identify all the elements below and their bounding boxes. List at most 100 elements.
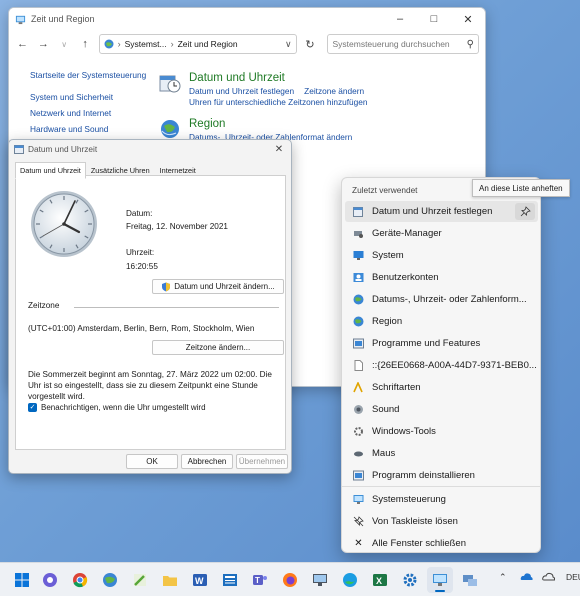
- jumplist-item-clsid[interactable]: ::{26EE0668-A00A-44D7-9371-BEB0...: [345, 355, 538, 376]
- pin-icon[interactable]: [515, 203, 535, 220]
- language-indicator[interactable]: DEU: [566, 572, 580, 582]
- checkbox-checked-icon[interactable]: ✓: [28, 403, 37, 412]
- dialog-close-button[interactable]: ✕: [267, 144, 291, 155]
- jumplist-item-programs[interactable]: Programme und Features: [345, 333, 538, 354]
- jumplist-item-label: Programme und Features: [372, 338, 481, 349]
- taskbar-app-chat[interactable]: [40, 570, 60, 590]
- taskbar-app-news[interactable]: [220, 570, 240, 590]
- close-button[interactable]: ✕: [451, 8, 485, 30]
- link-add-clocks[interactable]: Uhren für unterschiedliche Zeitzonen hin…: [189, 97, 368, 107]
- taskbar-app-teams[interactable]: T: [250, 570, 270, 590]
- jumplist-item-label: Datums-, Uhrzeit- oder Zahlenform...: [372, 294, 527, 305]
- taskbar-app-excel[interactable]: X: [370, 570, 390, 590]
- taskbar-app-edge[interactable]: [340, 570, 360, 590]
- link-set-datetime[interactable]: Datum und Uhrzeit festlegen: [189, 86, 294, 96]
- nav-home-link[interactable]: Startseite der Systemsteuerung: [30, 70, 160, 81]
- jumplist-task-unpin[interactable]: Von Taskleiste lösen: [345, 511, 538, 532]
- address-bar[interactable]: › Systemst... › Zeit und Region ∨: [98, 34, 297, 54]
- breadcrumb-current[interactable]: Zeit und Region: [178, 39, 238, 49]
- globe-icon: [104, 39, 114, 49]
- jumplist-item-label: Programm deinstallieren: [372, 470, 475, 481]
- svg-text:X: X: [376, 576, 382, 586]
- maximize-button[interactable]: □: [417, 8, 451, 30]
- edge-icon: [343, 573, 357, 587]
- taskbar-app-network-settings[interactable]: [460, 570, 480, 590]
- start-button[interactable]: [12, 570, 32, 590]
- change-timezone-button[interactable]: Zeitzone ändern...: [152, 340, 284, 355]
- time-label: Uhrzeit:: [126, 248, 155, 257]
- firefox-icon: [283, 573, 297, 587]
- datetime-icon: [159, 75, 181, 93]
- search-input[interactable]: Systemsteuerung durchsuchen ⚲: [327, 34, 479, 54]
- link-change-timezone[interactable]: Zeitzone ändern: [304, 86, 364, 96]
- jumplist-task-label: Systemsteuerung: [372, 494, 446, 505]
- jumplist-item-system[interactable]: System: [345, 245, 538, 266]
- chevron-right-icon: ›: [170, 39, 174, 49]
- chevron-down-icon[interactable]: ∨: [285, 39, 292, 50]
- sound-icon: [353, 404, 364, 415]
- taskbar-app-firefox[interactable]: [280, 570, 300, 590]
- jumplist-item-region[interactable]: Region: [345, 311, 538, 332]
- nav-item-security[interactable]: System und Sicherheit: [30, 92, 160, 103]
- region-format-icon: [353, 294, 364, 305]
- jumplist-item-windows-tools[interactable]: Windows-Tools: [345, 421, 538, 442]
- onedrive-icon[interactable]: [520, 570, 533, 585]
- tab-datetime[interactable]: Datum und Uhrzeit: [15, 162, 86, 179]
- breadcrumb-root[interactable]: Systemst...: [125, 39, 167, 49]
- time-value: 16:20:55: [126, 262, 158, 271]
- taskbar-app-paint[interactable]: [130, 570, 150, 590]
- cancel-label: Abbrechen: [187, 457, 227, 466]
- cancel-button[interactable]: Abbrechen: [181, 454, 233, 469]
- jumplist-item-label: Windows-Tools: [372, 426, 436, 437]
- change-datetime-button[interactable]: Datum und Uhrzeit ändern...: [152, 279, 284, 294]
- forward-button[interactable]: →: [36, 36, 51, 52]
- taskbar: W T X ⌃ DEU: [0, 562, 580, 596]
- taskbar-app-explorer[interactable]: [160, 570, 180, 590]
- system-icon: [353, 250, 364, 261]
- category-datetime: Datum und Uhrzeit Datum und Uhrzeit fest…: [159, 72, 479, 108]
- jumplist-item-region-format[interactable]: Datums-, Uhrzeit- oder Zahlenform...: [345, 289, 538, 310]
- minimize-button[interactable]: –: [383, 8, 417, 30]
- jumplist-item-label: Sound: [372, 404, 400, 415]
- explorer-icon: [163, 576, 177, 586]
- uninstall-icon: [353, 470, 364, 481]
- teams-icon: T: [253, 575, 267, 585]
- change-datetime-label: Datum und Uhrzeit ändern...: [174, 282, 275, 291]
- apply-button[interactable]: Übernehmen: [236, 454, 288, 469]
- settings-icon: [403, 573, 417, 587]
- jumplist-item-uninstall[interactable]: Programm deinstallieren: [345, 465, 538, 486]
- cloud-icon[interactable]: [542, 570, 556, 585]
- refresh-button[interactable]: ↻: [303, 36, 318, 52]
- tab-additional-clocks[interactable]: Zusätzliche Uhren: [86, 162, 155, 179]
- chevron-up-icon[interactable]: ⌃: [499, 572, 507, 583]
- mouse-icon: [353, 448, 364, 459]
- taskbar-app-globe[interactable]: [100, 570, 120, 590]
- up-button[interactable]: ↑: [78, 36, 93, 52]
- notify-checkbox-row[interactable]: ✓ Benachrichtigen, wenn die Uhr umgestel…: [28, 403, 206, 412]
- taskbar-app-chrome[interactable]: [70, 570, 90, 590]
- taskbar-app-remote-desktop[interactable]: [310, 570, 330, 590]
- change-timezone-label: Zeitzone ändern...: [185, 343, 251, 352]
- jumplist-task-control-panel[interactable]: Systemsteuerung: [345, 489, 538, 510]
- word-icon: W: [193, 574, 207, 586]
- jumplist-item-sound[interactable]: Sound: [345, 399, 538, 420]
- dialog-titlebar: Datum und Uhrzeit ✕: [9, 140, 291, 158]
- category-title-datetime[interactable]: Datum und Uhrzeit: [189, 72, 378, 84]
- fonts-icon: [353, 382, 364, 393]
- jumplist-item-device-manager[interactable]: Geräte-Manager: [345, 223, 538, 244]
- nav-item-network[interactable]: Netzwerk und Internet: [30, 108, 160, 119]
- nav-item-hardware[interactable]: Hardware und Sound: [30, 124, 160, 135]
- recent-locations-button[interactable]: ∨: [57, 36, 72, 52]
- taskbar-app-control-panel[interactable]: [427, 567, 453, 593]
- jumplist-item-fonts[interactable]: Schriftarten: [345, 377, 538, 398]
- ok-button[interactable]: OK: [126, 454, 178, 469]
- category-title-region[interactable]: Region: [189, 118, 362, 130]
- taskbar-app-word[interactable]: W: [190, 570, 210, 590]
- tab-internet-time[interactable]: Internetzeit: [155, 162, 201, 179]
- jumplist-task-close-all[interactable]: ✕ Alle Fenster schließen: [345, 533, 538, 554]
- jumplist-item-mouse[interactable]: Maus: [345, 443, 538, 464]
- back-button[interactable]: ←: [15, 36, 30, 52]
- jumplist-item-user-accounts[interactable]: Benutzerkonten: [345, 267, 538, 288]
- taskbar-app-settings[interactable]: [400, 570, 420, 590]
- jumplist-item-datetime[interactable]: Datum und Uhrzeit festlegen: [345, 201, 538, 222]
